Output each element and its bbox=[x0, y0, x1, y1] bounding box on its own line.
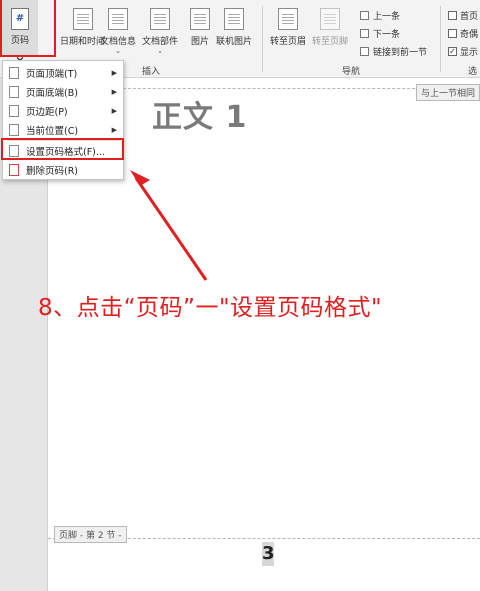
annotation-text: 8、点击“页码”一"设置页码格式" bbox=[38, 295, 383, 321]
